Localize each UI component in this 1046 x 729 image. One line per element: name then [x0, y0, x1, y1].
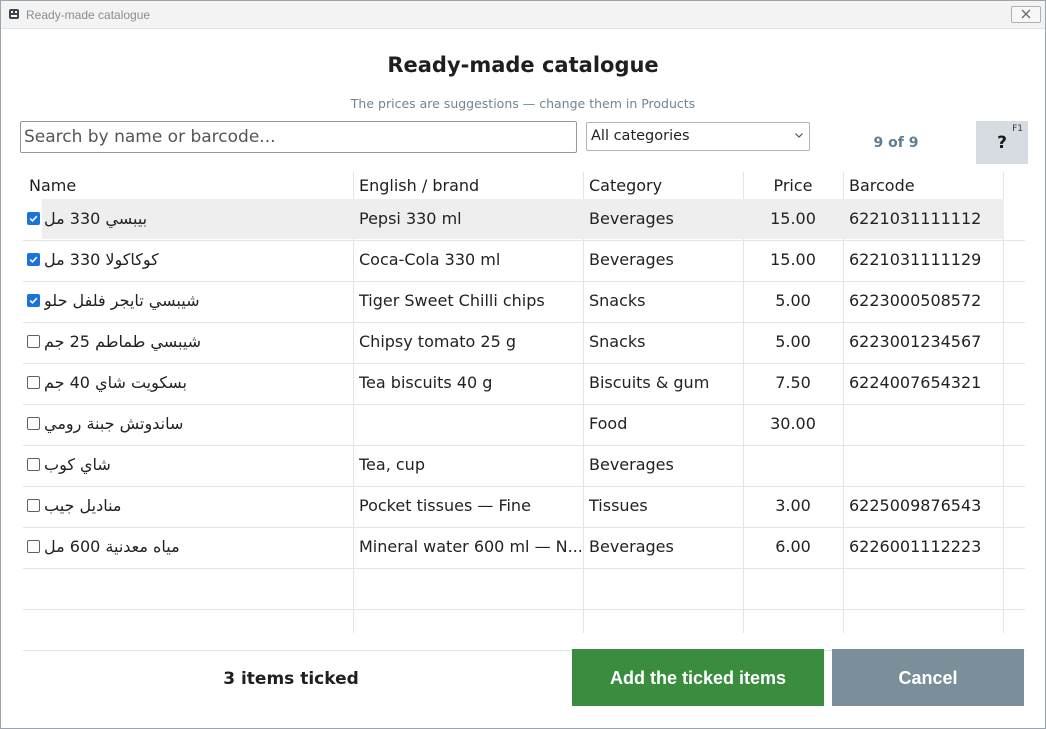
- cell-price: 5.00: [775, 332, 811, 351]
- dialog-window: Ready-made catalogue Ready-made catalogu…: [0, 0, 1046, 729]
- row-checkbox[interactable]: [27, 376, 40, 389]
- cell-price: [743, 445, 843, 485]
- cell-category: Snacks: [589, 332, 646, 351]
- cell-name: كوكاكولا 330 مل: [44, 250, 159, 269]
- row-checkbox[interactable]: [27, 253, 40, 266]
- cell-name: شيبسي تايجر فلفل حلو: [44, 291, 200, 310]
- cell-price: 6.00: [775, 537, 811, 556]
- table-row[interactable]: مناديل جيب Pocket tissues — Fine Tissues 3.…: [23, 486, 1025, 528]
- ticked-count: 3 items ticked: [223, 669, 359, 689]
- add-ticked-button[interactable]: Add the ticked items: [572, 649, 824, 706]
- cell-english: Coca-Cola 330 ml: [359, 250, 501, 269]
- cell-name: مناديل جيب: [44, 496, 122, 515]
- cell-english: [359, 404, 581, 444]
- cell-price: 15.00: [770, 209, 816, 228]
- cell-english: Tea biscuits 40 g: [359, 373, 493, 392]
- row-checkbox[interactable]: [27, 458, 40, 471]
- column-header-barcode[interactable]: Barcode: [849, 172, 915, 200]
- column-header-name[interactable]: Name: [29, 172, 76, 200]
- cell-english: Tea, cup: [359, 455, 425, 474]
- cell-category: Beverages: [589, 209, 674, 228]
- cell-category: Snacks: [589, 291, 646, 310]
- cell-category: Biscuits & gum: [589, 373, 710, 392]
- cell-category: Beverages: [589, 250, 674, 269]
- row-checkbox[interactable]: [27, 335, 40, 348]
- cancel-button[interactable]: Cancel: [832, 649, 1024, 706]
- search-input[interactable]: [20, 121, 577, 153]
- cell-name: شاي كوب: [44, 455, 111, 474]
- table-row[interactable]: شاي كوب Tea, cup Beverages: [23, 445, 1025, 487]
- check-icon: [29, 215, 38, 223]
- row-checkbox[interactable]: [27, 294, 40, 307]
- cell-barcode: 6225009876543: [849, 496, 982, 515]
- cell-name: مياه معدنية 600 مل: [44, 537, 180, 556]
- cell-barcode: 6223001234567: [849, 332, 982, 351]
- column-header-category[interactable]: Category: [589, 172, 662, 200]
- cell-barcode: 6223000508572: [849, 291, 982, 310]
- cell-name: بسكويت شاي 40 جم: [44, 373, 187, 392]
- cell-barcode: [849, 404, 1001, 444]
- table-row[interactable]: ساندوتش جبنة رومي Food 30.00: [23, 404, 1025, 446]
- help-button[interactable]: F1 ?: [976, 121, 1028, 164]
- close-button[interactable]: [1011, 6, 1041, 23]
- check-icon: [29, 256, 38, 264]
- window-title: Ready-made catalogue: [26, 8, 151, 22]
- column-header-english[interactable]: English / brand: [359, 172, 479, 200]
- cell-barcode: 6226001112223: [849, 537, 982, 556]
- table-row[interactable]: بسكويت شاي 40 جم Tea biscuits 40 g Biscuit…: [23, 363, 1025, 405]
- cell-barcode: 6221031111112: [849, 209, 982, 228]
- table-row[interactable]: شيبسي طماطم 25 جم Chipsy tomato 25 g Snack…: [23, 322, 1025, 364]
- page-title: Ready-made catalogue: [387, 53, 659, 77]
- result-count: 9 of 9: [873, 135, 919, 151]
- cell-category: Food: [589, 414, 628, 433]
- cell-barcode: 6224007654321: [849, 373, 982, 392]
- category-select-value: All categories: [591, 128, 690, 144]
- cell-barcode: 6221031111129: [849, 250, 982, 269]
- table-row[interactable]: شيبسي تايجر فلفل حلو Tiger Sweet Chilli c…: [23, 281, 1025, 323]
- cell-category: Beverages: [589, 455, 674, 474]
- cell-english: Chipsy tomato 25 g: [359, 332, 517, 351]
- table-row[interactable]: بيبسي 330 مل Pepsi 330 ml Beverages 15.00 62…: [23, 199, 1025, 241]
- category-select[interactable]: All categories: [586, 122, 810, 151]
- column-header-price[interactable]: Price: [743, 172, 843, 200]
- row-checkbox[interactable]: [27, 499, 40, 512]
- cell-english: Mineral water 600 ml — N...: [359, 537, 581, 556]
- catalogue-table: Name English / brand Category Price Barc…: [23, 172, 1025, 651]
- cell-price: 5.00: [775, 291, 811, 310]
- app-icon: [9, 9, 19, 19]
- check-icon: [29, 297, 38, 305]
- cell-category: Beverages: [589, 537, 674, 556]
- cell-price: 30.00: [770, 414, 816, 433]
- empty-row: [23, 609, 1025, 651]
- cell-barcode: [849, 445, 1001, 485]
- close-icon: [1021, 9, 1031, 19]
- cell-name: شيبسي طماطم 25 جم: [44, 332, 202, 351]
- cell-name: ساندوتش جبنة رومي: [44, 414, 184, 433]
- table-row[interactable]: مياه معدنية 600 مل Mineral water 600 ml —…: [23, 527, 1025, 569]
- chevron-down-icon: [795, 133, 803, 138]
- table-row[interactable]: كوكاكولا 330 مل Coca-Cola 330 ml Beverages…: [23, 240, 1025, 282]
- cell-price: 7.50: [775, 373, 811, 392]
- cell-category: Tissues: [589, 496, 648, 515]
- cell-price: 15.00: [770, 250, 816, 269]
- row-checkbox[interactable]: [27, 417, 40, 430]
- row-checkbox[interactable]: [27, 212, 40, 225]
- empty-row: [23, 568, 1025, 610]
- cell-english: Pocket tissues — Fine: [359, 496, 531, 515]
- cell-name: بيبسي 330 مل: [44, 209, 148, 228]
- help-label: ?: [997, 133, 1007, 153]
- row-checkbox[interactable]: [27, 540, 40, 553]
- cell-english: Pepsi 330 ml: [359, 209, 462, 228]
- title-bar: Ready-made catalogue: [1, 1, 1045, 29]
- cell-english: Tiger Sweet Chilli chips: [359, 291, 545, 310]
- page-subtitle: The prices are suggestions — change them…: [350, 96, 696, 111]
- cell-price: 3.00: [775, 496, 811, 515]
